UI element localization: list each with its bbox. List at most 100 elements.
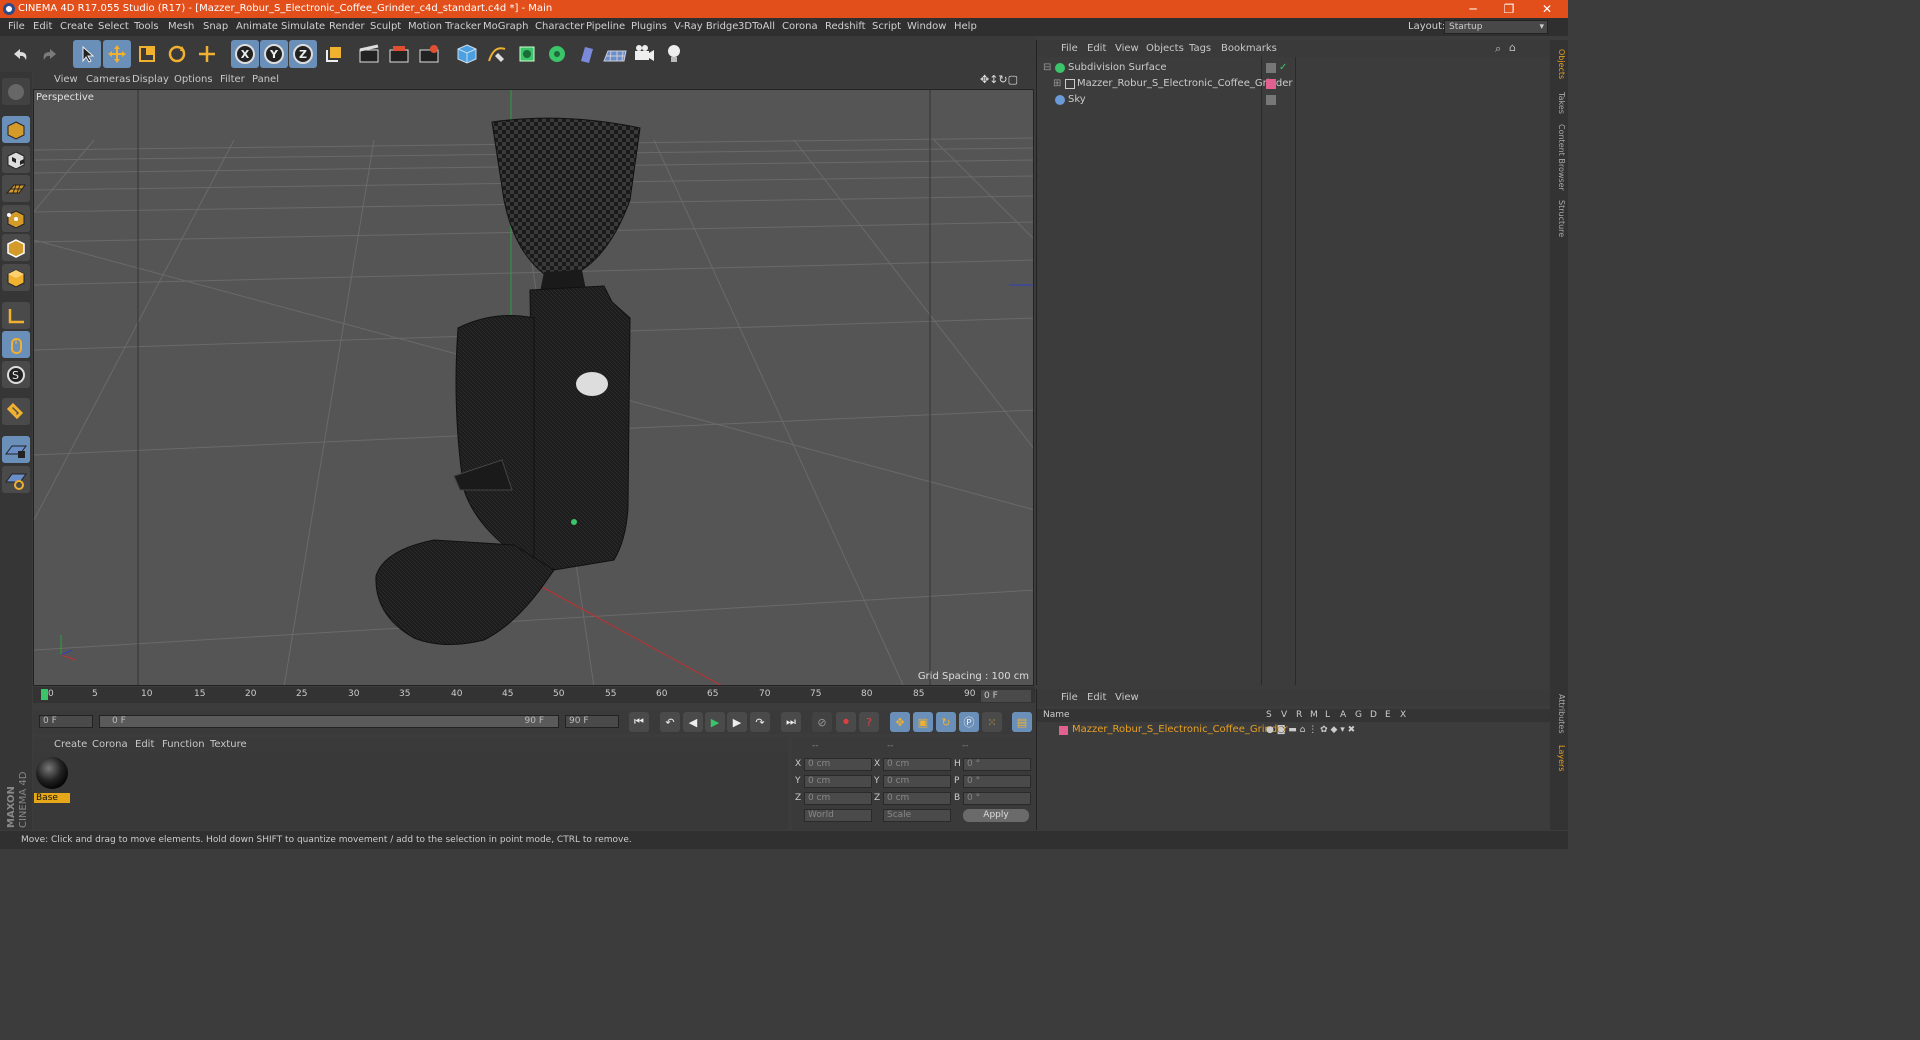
minimize-button[interactable]: ─	[1458, 0, 1488, 18]
collapse-icon[interactable]: ⊟	[1043, 60, 1051, 76]
menu-character[interactable]: Character	[535, 18, 584, 36]
play-button[interactable]: ▶	[705, 712, 725, 732]
menu-select[interactable]: Select	[98, 18, 129, 36]
position-z-field[interactable]: 0 cm	[804, 792, 872, 805]
timeline-ruler[interactable]: 0 5 10 15 20 25 30 35 40 45 50 55 60 65 …	[33, 687, 1035, 703]
viewport-menu-cameras[interactable]: Cameras	[86, 74, 130, 85]
add-floor-button[interactable]	[601, 40, 629, 68]
current-frame-field[interactable]: 0 F	[981, 690, 1031, 702]
viewport-menu-options[interactable]: Options	[174, 74, 213, 85]
menu-file[interactable]: File	[8, 18, 25, 36]
layers-menu-edit[interactable]: Edit	[1087, 692, 1106, 703]
restore-button[interactable]: ❐	[1494, 0, 1524, 18]
scale-tool-button[interactable]	[133, 40, 161, 68]
viewport-menu-view[interactable]: View	[54, 74, 78, 85]
material-menu-edit[interactable]: Edit	[135, 739, 154, 750]
menu-3dtoall[interactable]: 3DToAll	[738, 18, 775, 36]
material-preview[interactable]	[36, 757, 68, 789]
checkmark-icon[interactable]: ✓	[1279, 60, 1287, 76]
add-camera-button[interactable]	[630, 40, 658, 68]
viewport-menu-display[interactable]: Display	[132, 74, 169, 85]
layer-tag-icon[interactable]	[1266, 95, 1276, 105]
viewport-perspective[interactable]: Perspective Grid Spacing : 100 cm	[33, 89, 1034, 686]
objects-menu-tags[interactable]: Tags	[1189, 43, 1211, 54]
material-menu-corona[interactable]: Corona	[92, 739, 128, 750]
undo-button[interactable]	[6, 40, 34, 68]
start-frame-field[interactable]: 0 F	[39, 715, 93, 728]
tweak-mode-button[interactable]	[2, 331, 30, 358]
workplane-mode-button[interactable]	[2, 175, 30, 202]
texture-mode-button[interactable]	[2, 146, 30, 173]
axis-x-button[interactable]: X	[231, 40, 259, 68]
layer-toggle-icons[interactable]: ● ◙ ▬ ⌂ ⋮ ✿ ◆ ▾ ✖	[1266, 723, 1355, 737]
menu-window[interactable]: Window	[907, 18, 946, 36]
frame-range-slider[interactable]: 0 F 90 F	[99, 715, 559, 728]
rotation-h-field[interactable]: 0 °	[963, 758, 1031, 771]
search-icon[interactable]: ⌕	[1495, 42, 1501, 56]
tab-content-browser[interactable]: Content Browser	[1552, 122, 1566, 192]
tab-objects[interactable]: Objects	[1552, 44, 1566, 84]
rotation-p-field[interactable]: 0 °	[963, 775, 1031, 788]
menu-mesh[interactable]: Mesh	[168, 18, 194, 36]
size-x-field[interactable]: 0 cm	[883, 758, 951, 771]
layer-tag-icon[interactable]	[1266, 63, 1276, 73]
edge-mode-button[interactable]	[2, 234, 30, 261]
position-y-field[interactable]: 0 cm	[804, 775, 872, 788]
magnet-button[interactable]	[2, 398, 30, 425]
key-parameter-button[interactable]: Ⓟ	[959, 712, 979, 732]
menu-snap[interactable]: Snap	[203, 18, 228, 36]
locked-workplane-button[interactable]	[2, 436, 30, 463]
viewport-nav-icons[interactable]: ✥↕↻▢	[980, 73, 1018, 86]
tab-layers[interactable]: Layers	[1552, 742, 1566, 774]
keyframe-selection-button[interactable]: ?	[859, 712, 879, 732]
material-menu-create[interactable]: Create	[54, 739, 87, 750]
objects-menu-view[interactable]: View	[1115, 43, 1139, 54]
model-mode-button[interactable]	[2, 116, 30, 143]
column-header[interactable]: X	[1400, 709, 1406, 722]
axis-y-button[interactable]: Y	[260, 40, 288, 68]
column-header[interactable]: V	[1281, 709, 1287, 722]
menu-edit[interactable]: Edit	[33, 18, 52, 36]
object-row-grinder[interactable]: ⊞ Mazzer_Robur_S_Electronic_Coffee_Grind…	[1041, 76, 1547, 92]
record-keys-button[interactable]: ⊘	[812, 712, 832, 732]
layer-color-swatch[interactable]	[1266, 79, 1276, 89]
select-tool-button[interactable]	[73, 40, 101, 68]
tab-attributes[interactable]: Attributes	[1552, 692, 1566, 736]
rotate-tool-button[interactable]	[163, 40, 191, 68]
point-mode-button[interactable]	[2, 205, 30, 232]
key-position-button[interactable]: ✥	[890, 712, 910, 732]
next-key-button[interactable]: ↷	[750, 712, 770, 732]
make-editable-button[interactable]	[2, 78, 30, 105]
column-header[interactable]: L	[1325, 709, 1330, 722]
menu-plugins[interactable]: Plugins	[631, 18, 667, 36]
object-row-sky[interactable]: Sky	[1041, 92, 1547, 108]
viewport-menu-filter[interactable]: Filter	[220, 74, 245, 85]
column-header[interactable]: G	[1355, 709, 1362, 722]
menu-help[interactable]: Help	[954, 18, 977, 36]
menu-redshift[interactable]: Redshift	[825, 18, 866, 36]
goto-end-button[interactable]: ⏭	[781, 712, 801, 732]
timeline-window-button[interactable]: ▤	[1012, 712, 1032, 732]
position-x-field[interactable]: 0 cm	[804, 758, 872, 771]
menu-motion-tracker[interactable]: Motion Tracker	[408, 18, 481, 36]
material-menu-function[interactable]: Function	[162, 739, 205, 750]
transform-tool-button[interactable]	[193, 40, 221, 68]
end-frame-field[interactable]: 90 F	[565, 715, 619, 728]
redo-button[interactable]	[36, 40, 64, 68]
object-row-subdivision[interactable]: ⊟ Subdivision Surface ✓	[1041, 60, 1547, 76]
render-picture-viewer-button[interactable]	[385, 40, 413, 68]
polygon-mode-button[interactable]	[2, 264, 30, 291]
scale-mode-dropdown[interactable]: Scale	[883, 809, 951, 822]
home-icon[interactable]: ⌂	[1509, 41, 1516, 54]
tab-structure[interactable]: Structure	[1552, 198, 1566, 240]
column-header[interactable]: Name	[1043, 709, 1070, 722]
next-frame-button[interactable]: ▶	[727, 712, 747, 732]
column-header[interactable]: A	[1340, 709, 1346, 722]
menu-mograph[interactable]: MoGraph	[483, 18, 528, 36]
autokey-button[interactable]: ⏺	[836, 712, 856, 732]
key-pla-button[interactable]: ⁙	[982, 712, 1002, 732]
viewport-menu-panel[interactable]: Panel	[252, 74, 279, 85]
apply-button[interactable]: Apply	[963, 809, 1029, 822]
axis-mode-button[interactable]	[2, 302, 30, 329]
goto-start-button[interactable]: ⏮	[629, 712, 649, 732]
